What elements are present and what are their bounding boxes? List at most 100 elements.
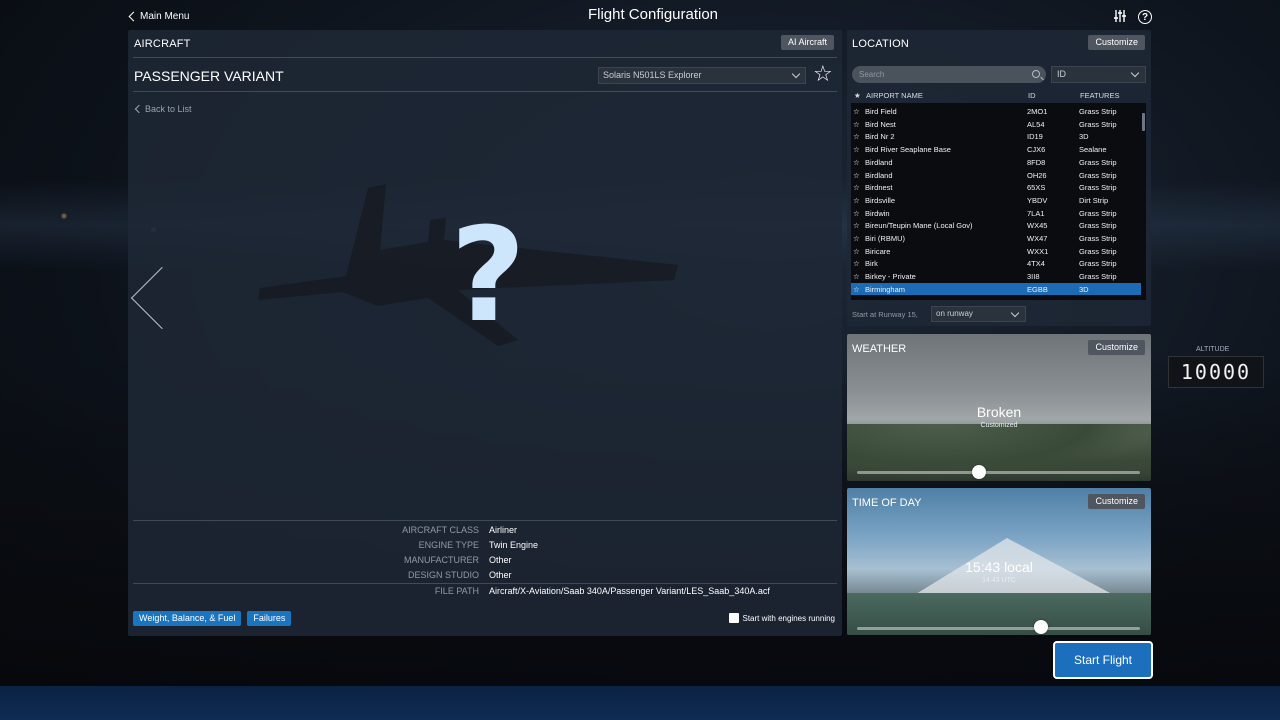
time-of-day-panel[interactable]: TIME OF DAY Customize 15:43 local 14:43 … — [847, 488, 1151, 635]
chevron-down-icon — [791, 69, 801, 79]
airport-row[interactable]: ☆ Bireun/Teupin Mane (Local Gov) WX45 Grass… — [851, 219, 1141, 232]
local-time: 15:43 local — [965, 559, 1033, 575]
info-label: AIRCRAFT CLASS — [402, 525, 479, 535]
airport-list-scrollbar[interactable] — [1141, 103, 1146, 300]
airport-name: Birkey - Private — [865, 272, 916, 282]
back-to-list-label: Back to List — [145, 104, 192, 114]
engines-running-checkbox[interactable] — [728, 613, 739, 623]
airport-name: Birdwin — [865, 208, 890, 218]
help-icon[interactable]: ? — [1138, 10, 1152, 24]
favorite-star-icon[interactable]: ☆ — [853, 259, 860, 268]
weather-panel[interactable]: WEATHER Customize Broken Customized — [847, 334, 1151, 481]
favorite-star-icon[interactable]: ☆ — [853, 285, 860, 294]
airport-row[interactable]: ☆ Birdland OH26 Grass Strip — [851, 169, 1141, 182]
airport-features: Grass Strip — [1079, 107, 1117, 116]
favorite-star-icon[interactable]: ☆ — [853, 234, 860, 243]
divider — [133, 91, 837, 92]
favorite-star-icon[interactable]: ☆ — [853, 196, 860, 205]
sort-select[interactable]: ID — [1051, 66, 1146, 83]
time-customize-button[interactable]: Customize — [1088, 494, 1145, 509]
main-menu-link[interactable]: Main Menu — [128, 11, 189, 22]
airport-id: YBDV — [1027, 195, 1048, 205]
airport-row[interactable]: ☆ Birkey - Private 3II8 Grass Strip — [851, 270, 1141, 283]
airport-row[interactable]: ☆ Bird River Seaplane Base CJX6 Sealane — [851, 143, 1141, 156]
airport-id: EGBB — [1027, 284, 1048, 294]
airport-row[interactable]: ☆ Biri (RBMU) WX47 Grass Strip — [851, 232, 1141, 245]
time-slider-knob[interactable] — [1033, 620, 1048, 634]
favorite-star-icon[interactable]: ☆ — [853, 221, 860, 230]
search-icon — [1032, 70, 1040, 78]
airport-name: Bird Nr 2 — [865, 132, 895, 142]
previous-aircraft-chevron-icon[interactable] — [130, 266, 194, 330]
livery-select[interactable]: Solaris N501LS Explorer — [598, 67, 806, 84]
chevron-left-icon — [128, 11, 139, 22]
favorite-star-icon[interactable]: ☆ — [853, 183, 860, 192]
search-placeholder: Search — [859, 70, 885, 79]
airport-row[interactable]: ☆ Birdland 8FD8 Grass Strip — [851, 156, 1141, 169]
airport-id: 65XS — [1027, 183, 1046, 193]
aircraft-panel: AIRCRAFT AI Aircraft PASSENGER VARIANT S… — [128, 30, 842, 636]
airport-row[interactable]: ☆ Biricare WXX1 Grass Strip — [851, 245, 1141, 258]
ai-aircraft-button[interactable]: AI Aircraft — [780, 35, 834, 50]
back-to-list-link[interactable]: Back to List — [134, 104, 192, 114]
weight-balance-fuel-button[interactable]: Weight, Balance, & Fuel — [133, 611, 242, 626]
airport-row[interactable]: ☆ Birmingham EGBB 3D — [851, 282, 1141, 296]
start-mode-select[interactable]: on runway — [931, 306, 1026, 322]
sliders-icon[interactable] — [1112, 9, 1128, 25]
airport-row[interactable]: ☆ Bird Field 2MO1 Grass Strip — [851, 105, 1141, 118]
start-mode-value: on runway — [936, 309, 973, 318]
favorite-column-header[interactable]: ★ — [854, 91, 861, 100]
airport-row[interactable]: ☆ Bird Nest AL54 Grass Strip — [851, 118, 1141, 131]
weather-slider-knob[interactable] — [971, 465, 986, 479]
airport-features: Grass Strip — [1079, 157, 1117, 167]
airport-name: Birmingham — [865, 284, 906, 294]
airport-features: Grass Strip — [1079, 208, 1117, 218]
info-value: Twin Engine — [489, 540, 539, 550]
engines-running-option[interactable]: Start with engines running — [728, 613, 836, 623]
airport-name: Biricare — [865, 246, 891, 256]
engines-running-label: Start with engines running — [742, 613, 836, 623]
weather-customize-button[interactable]: Customize — [1088, 340, 1145, 355]
airport-search-input[interactable]: Search — [852, 66, 1046, 83]
favorite-star-icon[interactable]: ☆ — [853, 120, 860, 129]
favorite-star-icon[interactable]: ☆ — [853, 145, 860, 154]
favorite-star-icon[interactable]: ☆ — [853, 107, 860, 116]
airport-name: Bird Nest — [865, 119, 896, 129]
favorite-star-icon[interactable]: ☆ — [853, 171, 860, 180]
airport-row[interactable]: ☆ Birdsville YBDV Dirt Strip — [851, 194, 1141, 207]
start-runway-label: Start at Runway 15, — [852, 310, 918, 319]
airport-name: Birdsville — [865, 195, 896, 205]
airport-name-header[interactable]: AIRPORT NAME — [866, 91, 923, 100]
airport-row[interactable]: ☆ Birk 4TX4 Grass Strip — [851, 257, 1141, 270]
weather-condition: Broken — [976, 404, 1022, 420]
failures-button[interactable]: Failures — [247, 611, 292, 626]
favorite-star-icon[interactable]: ☆ — [853, 272, 860, 281]
airport-row[interactable]: ☆ Birdwin 7LA1 Grass Strip — [851, 207, 1141, 220]
airport-features: Grass Strip — [1079, 170, 1117, 180]
time-slider[interactable] — [857, 627, 1140, 630]
favorite-star-icon[interactable]: ☆ — [853, 158, 860, 167]
airport-row[interactable]: ☆ Birdnest 65XS Grass Strip — [851, 181, 1141, 194]
favorite-star-icon[interactable]: ☆ — [853, 209, 860, 218]
favorite-star-icon[interactable]: ☆ — [813, 63, 833, 85]
id-header[interactable]: ID — [1028, 91, 1036, 100]
airport-table-header: ★ AIRPORT NAME ID FEATURES — [852, 90, 1147, 102]
location-customize-button[interactable]: Customize — [1088, 35, 1145, 50]
features-header[interactable]: FEATURES — [1080, 91, 1119, 100]
airport-name: Bireun/Teupin Mane (Local Gov) — [865, 221, 973, 231]
start-flight-button[interactable]: Start Flight — [1053, 641, 1153, 679]
bottom-band — [0, 686, 1280, 720]
airport-list[interactable]: ☆ Bird Field 2MO1 Grass Strip ☆ Bird Nest AL54… — [851, 103, 1141, 300]
weather-slider[interactable] — [857, 471, 1140, 474]
page-title: Flight Configuration — [587, 6, 719, 23]
favorite-star-icon[interactable]: ☆ — [853, 247, 860, 256]
weather-note: Customized — [980, 422, 1018, 429]
scrollbar-thumb[interactable] — [1142, 113, 1145, 131]
airport-features: Dirt Strip — [1079, 195, 1109, 205]
chevron-down-icon — [1130, 68, 1140, 78]
airport-id: 7LA1 — [1027, 208, 1045, 218]
airport-row[interactable]: ☆ Bird Nr 2 ID19 3D — [851, 130, 1141, 143]
favorite-star-icon[interactable]: ☆ — [853, 132, 860, 141]
airport-id: WX45 — [1027, 221, 1048, 231]
airport-id: 2MO1 — [1027, 107, 1048, 116]
